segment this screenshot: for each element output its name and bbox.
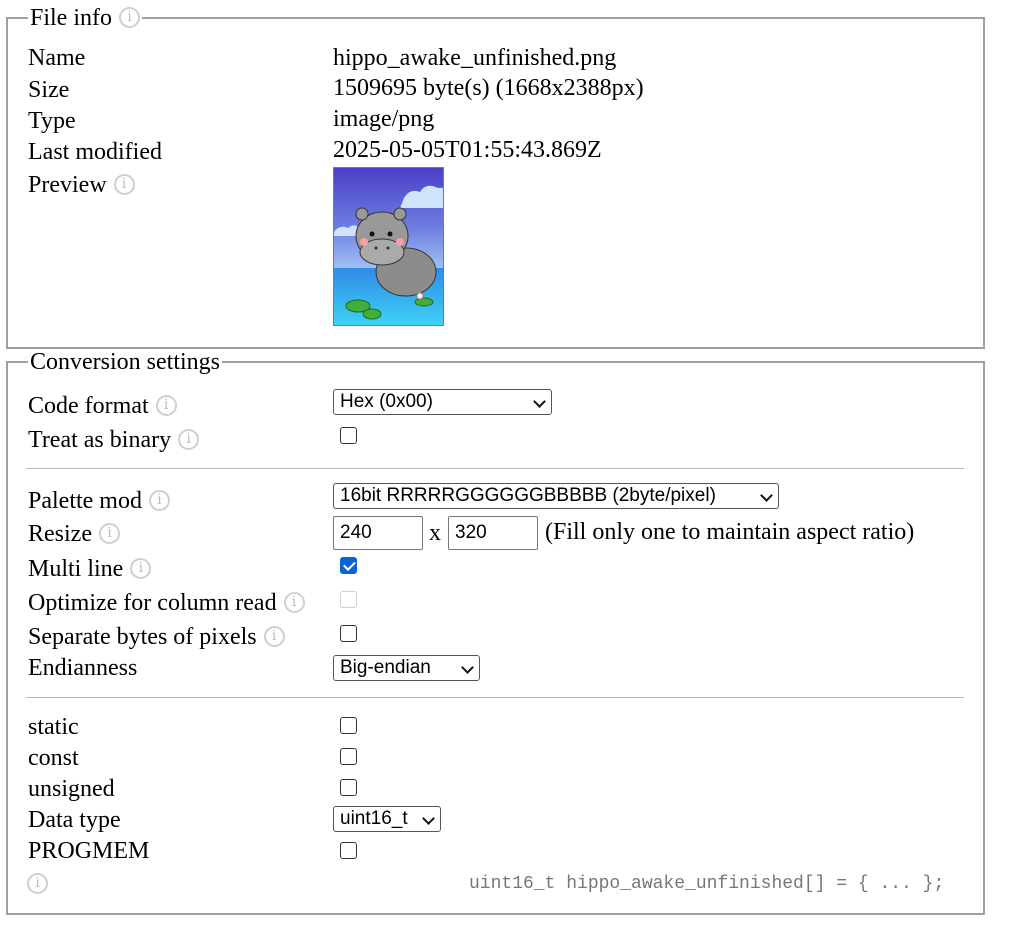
unsigned-label: unsigned <box>28 776 115 802</box>
info-icon[interactable]: i <box>119 6 140 28</box>
preview-label: Preview i <box>28 171 135 199</box>
treat-as-binary-label: Treat as binary i <box>28 426 200 454</box>
info-icon[interactable]: i <box>263 625 285 647</box>
info-icon[interactable]: i <box>27 872 48 894</box>
info-icon[interactable]: i <box>155 394 177 416</box>
code-preview: uint16_t hippo_awake_unfinished[] = { ..… <box>469 874 945 894</box>
file-info-legend: File info i <box>28 4 142 32</box>
last-modified-label: Last modified <box>28 139 162 165</box>
preview-image <box>333 167 444 326</box>
optimize-column-checkbox[interactable] <box>340 591 357 608</box>
last-modified-value: 2025-05-05T01:55:43.869Z <box>333 137 602 163</box>
resize-height-input[interactable]: 320 <box>448 516 538 550</box>
palette-mod-label: Palette mod i <box>28 487 170 515</box>
static-label: static <box>28 714 79 740</box>
separate-bytes-label: Separate bytes of pixels i <box>28 623 285 651</box>
code-format-select[interactable]: Hex (0x00) <box>333 389 552 415</box>
info-icon[interactable]: i <box>283 591 305 613</box>
info-icon[interactable]: i <box>148 489 170 511</box>
code-format-label: Code format i <box>28 392 177 420</box>
chevron-down-icon <box>422 812 435 825</box>
optimize-column-label: Optimize for column read i <box>28 589 305 617</box>
progmem-checkbox[interactable] <box>340 842 357 859</box>
divider <box>26 468 964 469</box>
type-value: image/png <box>333 106 435 132</box>
palette-mod-select[interactable]: 16bit RRRRRGGGGGGBBBBB (2byte/pixel) <box>333 483 779 509</box>
endianness-select[interactable]: Big-endian <box>333 655 480 681</box>
endianness-label: Endianness <box>28 655 138 681</box>
const-checkbox[interactable] <box>340 748 357 765</box>
resize-separator: x <box>429 520 441 546</box>
size-label: Size <box>28 77 70 103</box>
progmem-label: PROGMEM <box>28 838 150 864</box>
info-icon[interactable]: i <box>130 557 152 579</box>
resize-label: Resize i <box>28 520 120 548</box>
info-icon[interactable]: i <box>113 173 135 195</box>
size-value: 1509695 byte(s) (1668x2388px) <box>333 75 644 101</box>
chevron-down-icon <box>461 661 474 674</box>
multi-line-label: Multi line i <box>28 555 152 583</box>
resize-width-input[interactable]: 240 <box>333 516 423 550</box>
treat-as-binary-checkbox[interactable] <box>340 427 357 444</box>
name-value: hippo_awake_unfinished.png <box>333 45 617 71</box>
hippo-thumbnail <box>334 168 443 325</box>
data-type-select[interactable]: uint16_t <box>333 806 441 832</box>
info-icon[interactable]: i <box>178 428 200 450</box>
unsigned-checkbox[interactable] <box>340 779 357 796</box>
info-icon[interactable]: i <box>98 522 120 544</box>
conversion-settings-legend: Conversion settings <box>30 349 220 375</box>
type-label: Type <box>28 108 76 134</box>
name-label: Name <box>28 45 86 71</box>
const-label: const <box>28 745 79 771</box>
multi-line-checkbox[interactable] <box>340 557 357 574</box>
resize-hint: (Fill only one to maintain aspect ratio) <box>545 519 915 545</box>
chevron-down-icon <box>760 489 773 502</box>
divider <box>26 697 964 698</box>
data-type-label: Data type <box>28 807 121 833</box>
chevron-down-icon <box>533 395 546 408</box>
static-checkbox[interactable] <box>340 717 357 734</box>
code-info-icon-wrap: i <box>20 870 48 898</box>
separate-bytes-checkbox[interactable] <box>340 625 357 642</box>
